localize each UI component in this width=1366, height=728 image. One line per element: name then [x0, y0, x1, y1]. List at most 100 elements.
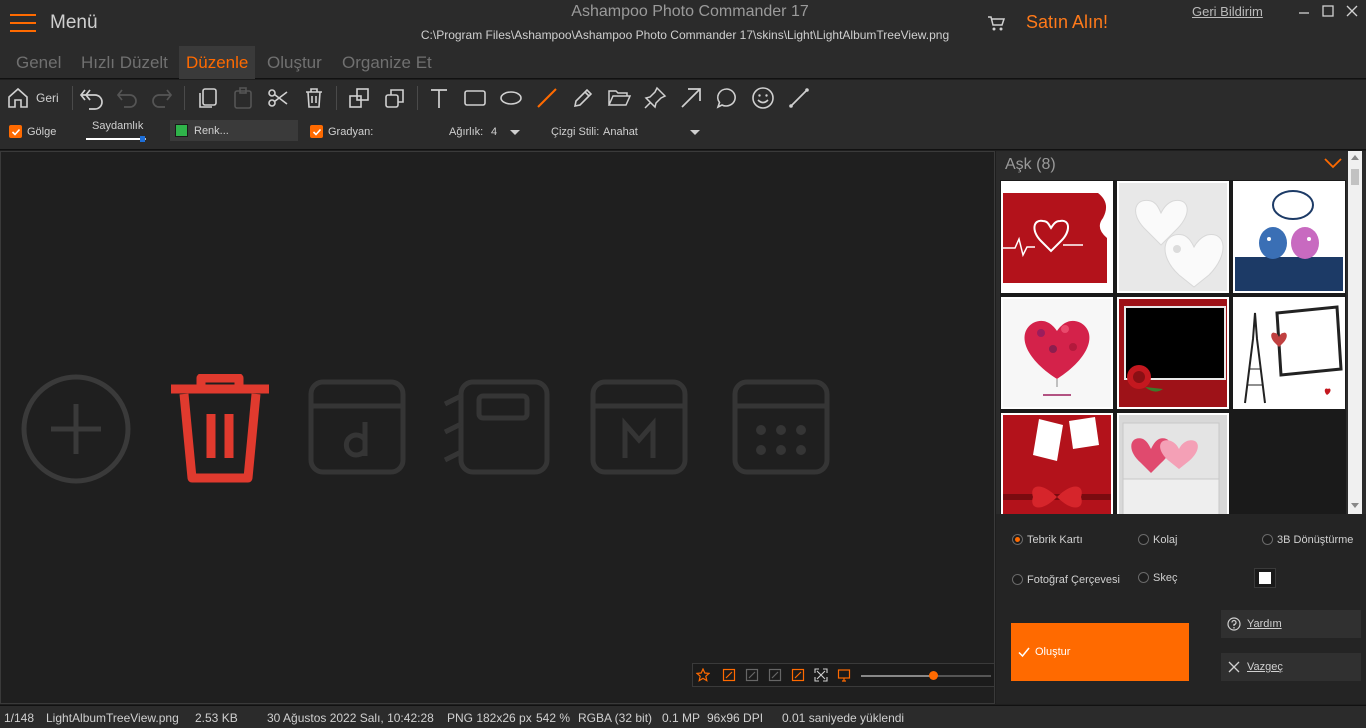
bring-front-button[interactable] — [345, 84, 373, 112]
redo-button[interactable] — [148, 84, 176, 112]
back-label: Geri — [36, 91, 59, 105]
close-icon — [1228, 661, 1240, 673]
file-date: 30 Ağustos 2022 Salı, 10:42:28 — [267, 711, 434, 725]
copy-button[interactable] — [194, 84, 222, 112]
menu-label: Menü — [50, 12, 98, 33]
cancel-button[interactable]: Vazgeç — [1221, 653, 1361, 681]
bring-front-icon — [349, 88, 369, 108]
text-tool-icon — [431, 89, 447, 108]
star-icon[interactable] — [695, 667, 711, 682]
menu-button[interactable]: Menü — [10, 8, 98, 38]
speech-bubble-button[interactable] — [713, 84, 741, 112]
tab-organize-et[interactable]: Organize Et — [335, 46, 439, 79]
tab-duzenle[interactable]: Düzenle — [179, 46, 256, 79]
redo-icon — [152, 89, 173, 108]
cancel-label: Vazgeç — [1247, 661, 1283, 673]
template-panel: Aşk (8) Tebrik Kartı Kolaj 3B Dönüştürme… — [996, 151, 1366, 704]
transparency-slider-handle[interactable] — [140, 136, 145, 142]
home-icon — [8, 87, 28, 108]
scroll-thumb[interactable] — [1351, 169, 1359, 185]
transparency-slider[interactable] — [86, 136, 146, 142]
tab-genel[interactable]: Genel — [9, 46, 68, 79]
line-tool-button[interactable] — [533, 84, 561, 112]
collage-radio[interactable] — [1138, 534, 1149, 545]
cart-icon[interactable] — [986, 13, 1006, 33]
send-back-button[interactable] — [381, 84, 409, 112]
dpi: 96x96 DPI — [707, 711, 764, 725]
ribbon-tabs: Genel Hızlı Düzelt Düzenle Oluştur Organ… — [0, 46, 1366, 79]
open-folder-button[interactable] — [605, 84, 633, 112]
delete-icon — [306, 88, 322, 108]
gradient-checkbox[interactable] — [310, 125, 323, 138]
zoom-slider[interactable] — [861, 671, 991, 680]
tab-olustur[interactable]: Oluştur — [260, 46, 329, 79]
back-button[interactable]: Geri — [6, 84, 66, 112]
app-window: Menü Ashampoo Photo Commander 17 C:\Prog… — [0, 0, 1366, 728]
line-style-dropdown[interactable]: Anahat — [600, 122, 705, 142]
background-color-swatch[interactable] — [1254, 568, 1276, 588]
sketch-label: Skeç — [1153, 572, 1178, 584]
zoom-slider-handle[interactable] — [928, 671, 938, 680]
create-button[interactable]: Oluştur — [1011, 623, 1189, 681]
open-folder-icon — [607, 90, 631, 106]
tab-hizli-duzelt[interactable]: Hızlı Düzelt — [74, 46, 175, 79]
close-icon[interactable] — [1341, 2, 1363, 20]
slideshow-icon[interactable] — [837, 668, 851, 682]
thumbnail[interactable] — [1117, 413, 1229, 514]
feedback-link[interactable]: Geri Bildirim — [1192, 4, 1263, 19]
rectangle-tool-button[interactable] — [461, 84, 489, 112]
checkmark-icon — [1018, 647, 1030, 658]
threed-radio[interactable] — [1262, 534, 1273, 545]
sketch-radio[interactable] — [1138, 572, 1149, 583]
paste-button[interactable] — [229, 84, 257, 112]
delete-button[interactable] — [300, 84, 328, 112]
ellipse-tool-button[interactable] — [497, 84, 525, 112]
weight-dropdown[interactable]: 4 — [488, 122, 524, 142]
pencil-tool-button[interactable] — [569, 84, 597, 112]
plus-circle-icon — [21, 374, 131, 484]
image-canvas[interactable] — [0, 151, 995, 704]
zoom-width-icon[interactable] — [768, 668, 782, 682]
thumbnail[interactable] — [1001, 413, 1113, 514]
greeting-card-radio[interactable] — [1012, 534, 1023, 545]
chevron-down-icon[interactable] — [1324, 157, 1342, 169]
thumbnail[interactable] — [1117, 181, 1229, 293]
thumbnail[interactable] — [1117, 297, 1229, 409]
cut-button[interactable] — [264, 84, 292, 112]
undo-all-button[interactable] — [78, 84, 106, 112]
maximize-icon[interactable] — [1317, 2, 1339, 20]
chevron-down-icon — [510, 130, 520, 135]
color-picker[interactable]: Renk... — [170, 120, 298, 141]
album-header[interactable]: Aşk (8) — [996, 151, 1348, 179]
buy-link[interactable]: Satın Alın! — [1026, 12, 1108, 33]
thumbnail[interactable] — [1233, 181, 1345, 293]
zoom-height-icon[interactable] — [791, 668, 805, 682]
cut-icon — [268, 89, 288, 107]
straight-line-button[interactable] — [785, 84, 813, 112]
thumbnail-scrollbar[interactable] — [1348, 151, 1362, 514]
undo-all-icon — [79, 89, 103, 110]
shadow-checkbox[interactable] — [9, 125, 22, 138]
scroll-up-icon[interactable] — [1351, 155, 1359, 160]
scroll-down-icon[interactable] — [1351, 503, 1359, 508]
photo-frame-radio[interactable] — [1012, 574, 1023, 585]
pin-button[interactable] — [641, 84, 669, 112]
help-button[interactable]: Yardım — [1221, 610, 1361, 638]
arrow-tool-button[interactable] — [677, 84, 705, 112]
fullscreen-icon[interactable] — [814, 668, 828, 682]
options-bar: Gölge Saydamlık Renk... Gradyan: Ağırlık… — [0, 116, 1366, 150]
smiley-button[interactable] — [749, 84, 777, 112]
thumbnail[interactable] — [1001, 181, 1113, 293]
text-tool-button[interactable] — [425, 84, 453, 112]
shadow-label: Gölge — [27, 126, 57, 138]
zoom-actual-icon[interactable] — [745, 668, 759, 682]
zoom-fit-icon[interactable] — [722, 668, 736, 682]
load-time: 0.01 saniyede yüklendi — [782, 711, 905, 725]
color-swatch — [175, 124, 188, 137]
thumbnail[interactable] — [1001, 297, 1113, 409]
collage-label: Kolaj — [1153, 534, 1178, 546]
speech-bubble-icon — [716, 88, 736, 109]
undo-button[interactable] — [113, 84, 141, 112]
minimize-icon[interactable] — [1293, 2, 1315, 20]
thumbnail[interactable] — [1233, 297, 1345, 409]
